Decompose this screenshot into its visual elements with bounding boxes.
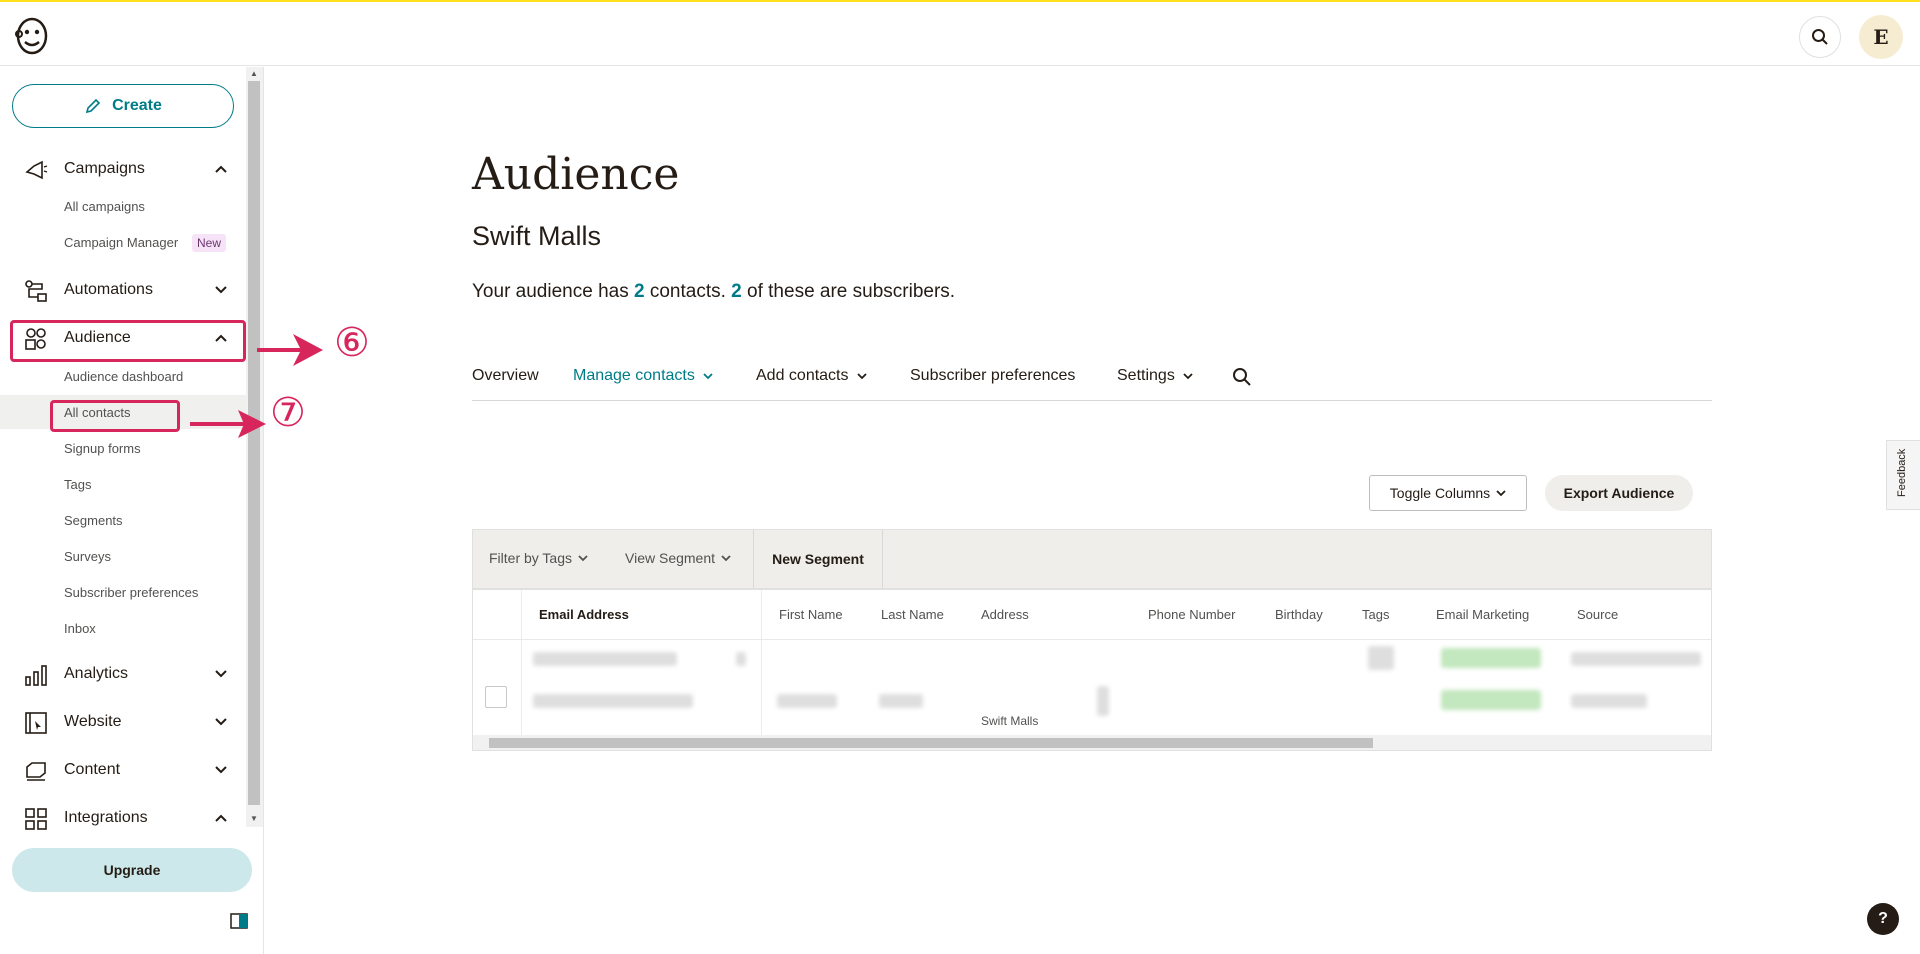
subscribers-count[interactable]: 2	[731, 281, 742, 302]
audience-summary: Your audience has 2 contacts. 2 of these…	[472, 281, 956, 302]
sidebar-item-subscriber-preferences[interactable]: Subscriber preferences	[0, 575, 246, 609]
audience-name: Swift Malls	[472, 221, 602, 251]
search-icon[interactable]	[1232, 367, 1252, 387]
chevron-down-icon	[856, 373, 867, 380]
scroll-down-arrow-icon[interactable]: ▼	[248, 813, 260, 825]
chevron-down-icon	[215, 718, 227, 726]
new-badge: New	[192, 234, 227, 252]
sidebar-item-website[interactable]: Website	[0, 702, 246, 742]
sidebar-item-surveys[interactable]: Surveys	[0, 539, 246, 573]
mailchimp-logo-icon[interactable]	[10, 14, 54, 58]
chevron-up-icon	[215, 165, 227, 173]
collapse-sidebar-icon[interactable]	[230, 913, 248, 929]
tab-add-contacts[interactable]: Add contacts	[756, 367, 867, 385]
blurred-source	[1571, 652, 1701, 666]
contacts-table: Email Address First Name Last Name Addre…	[472, 589, 1712, 751]
blurred-tag	[1368, 646, 1394, 670]
tab-overview[interactable]: Overview	[472, 367, 539, 385]
toggle-columns-button[interactable]: Toggle Columns	[1369, 475, 1527, 511]
column-header-address[interactable]: Address	[981, 607, 1029, 622]
view-segment-dropdown[interactable]: View Segment	[625, 550, 731, 566]
audience-tabs: Overview Manage contacts Add contacts Su…	[472, 357, 1712, 401]
blurred-email-marketing-status	[1441, 648, 1541, 668]
column-header-source[interactable]: Source	[1577, 607, 1618, 622]
column-header-email-marketing[interactable]: Email Marketing	[1436, 607, 1529, 622]
column-divider	[521, 590, 522, 740]
sidebar-item-tags[interactable]: Tags	[0, 467, 246, 501]
sidebar-item-content[interactable]: Content	[0, 750, 246, 790]
create-button[interactable]: Create	[12, 84, 234, 128]
chevron-down-icon	[215, 766, 227, 774]
blurred-source	[1571, 694, 1647, 708]
sidebar-item-analytics[interactable]: Analytics	[0, 654, 246, 694]
column-header-tags[interactable]: Tags	[1362, 607, 1389, 622]
create-button-label: Create	[112, 97, 162, 114]
chevron-down-icon	[703, 373, 713, 380]
blurred-email-marketing-status	[1441, 690, 1541, 710]
chevron-up-icon	[215, 814, 227, 822]
chevron-down-icon	[1496, 490, 1506, 497]
chevron-down-icon	[721, 555, 731, 562]
contacts-count[interactable]: 2	[634, 281, 645, 302]
filter-by-tags-dropdown[interactable]: Filter by Tags	[489, 550, 588, 566]
upgrade-button[interactable]: Upgrade	[12, 848, 252, 892]
filter-bar: Filter by Tags View Segment New Segment	[472, 529, 1712, 589]
column-header-phone[interactable]: Phone Number	[1148, 607, 1235, 622]
export-audience-button[interactable]: Export Audience	[1545, 475, 1693, 511]
annotation-highlight-audience	[10, 320, 246, 362]
column-header-last-name[interactable]: Last Name	[881, 607, 944, 622]
main-content: Audience Swift Malls Your audience has 2…	[264, 67, 1920, 954]
sidebar-item-automations[interactable]: Automations	[0, 270, 246, 310]
annotation-arrow-7-icon	[190, 410, 266, 438]
sidebar-item-audience-dashboard[interactable]: Audience dashboard	[0, 359, 246, 393]
sidebar-item-campaigns[interactable]: Campaigns	[0, 149, 246, 189]
content-icon	[26, 762, 46, 781]
megaphone-icon	[25, 160, 48, 180]
scroll-up-arrow-icon[interactable]: ▲	[248, 68, 260, 80]
website-icon	[25, 712, 47, 734]
user-avatar[interactable]: E	[1859, 15, 1903, 59]
tab-settings[interactable]: Settings	[1117, 367, 1193, 385]
blurred-email	[533, 694, 693, 708]
sidebar: Create Campaigns All campaigns Campaign …	[0, 67, 264, 954]
blurred-cell	[1097, 686, 1109, 716]
pencil-icon	[85, 98, 101, 114]
row-checkbox[interactable]	[485, 686, 507, 708]
column-header-birthday[interactable]: Birthday	[1275, 607, 1323, 622]
chevron-down-icon	[215, 670, 227, 678]
sidebar-item-campaign-manager[interactable]: Campaign Manager New	[0, 225, 246, 259]
header-search-button[interactable]	[1799, 16, 1841, 58]
blurred-email	[533, 652, 677, 666]
table-horizontal-scrollbar[interactable]	[473, 735, 1711, 750]
sidebar-item-inbox[interactable]: Inbox	[0, 611, 246, 645]
column-divider	[761, 590, 762, 740]
help-button[interactable]: ?	[1867, 903, 1899, 935]
bar-chart-icon	[25, 665, 47, 686]
column-header-first-name[interactable]: First Name	[779, 607, 843, 622]
chevron-down-icon	[215, 286, 227, 294]
blurred-first-name	[777, 694, 837, 708]
sidebar-item-integrations[interactable]: Integrations	[0, 798, 246, 838]
chevron-down-icon	[1183, 373, 1193, 380]
tab-subscriber-preferences[interactable]: Subscriber preferences	[910, 367, 1075, 385]
search-icon	[1812, 29, 1828, 45]
table-header: Email Address First Name Last Name Addre…	[473, 590, 1711, 640]
row-address: Swift Malls	[981, 714, 1039, 728]
blurred-last-name	[879, 694, 923, 708]
chevron-down-icon	[578, 555, 588, 562]
table-scrollbar-thumb[interactable]	[489, 738, 1373, 748]
automation-flow-icon	[25, 280, 47, 302]
annotation-highlight-all-contacts	[50, 400, 180, 432]
blurred-cell	[736, 652, 746, 666]
sidebar-item-all-campaigns[interactable]: All campaigns	[0, 189, 246, 223]
page-title: Audience	[472, 149, 680, 200]
new-segment-button[interactable]: New Segment	[753, 530, 883, 588]
sidebar-item-label: Campaigns	[64, 160, 145, 177]
feedback-tab[interactable]: Feedback	[1886, 440, 1920, 510]
sidebar-item-segments[interactable]: Segments	[0, 503, 246, 537]
tab-manage-contacts[interactable]: Manage contacts	[573, 367, 713, 385]
integrations-grid-icon	[25, 808, 47, 830]
column-header-email[interactable]: Email Address	[539, 607, 629, 622]
top-bar: E	[0, 0, 1920, 66]
